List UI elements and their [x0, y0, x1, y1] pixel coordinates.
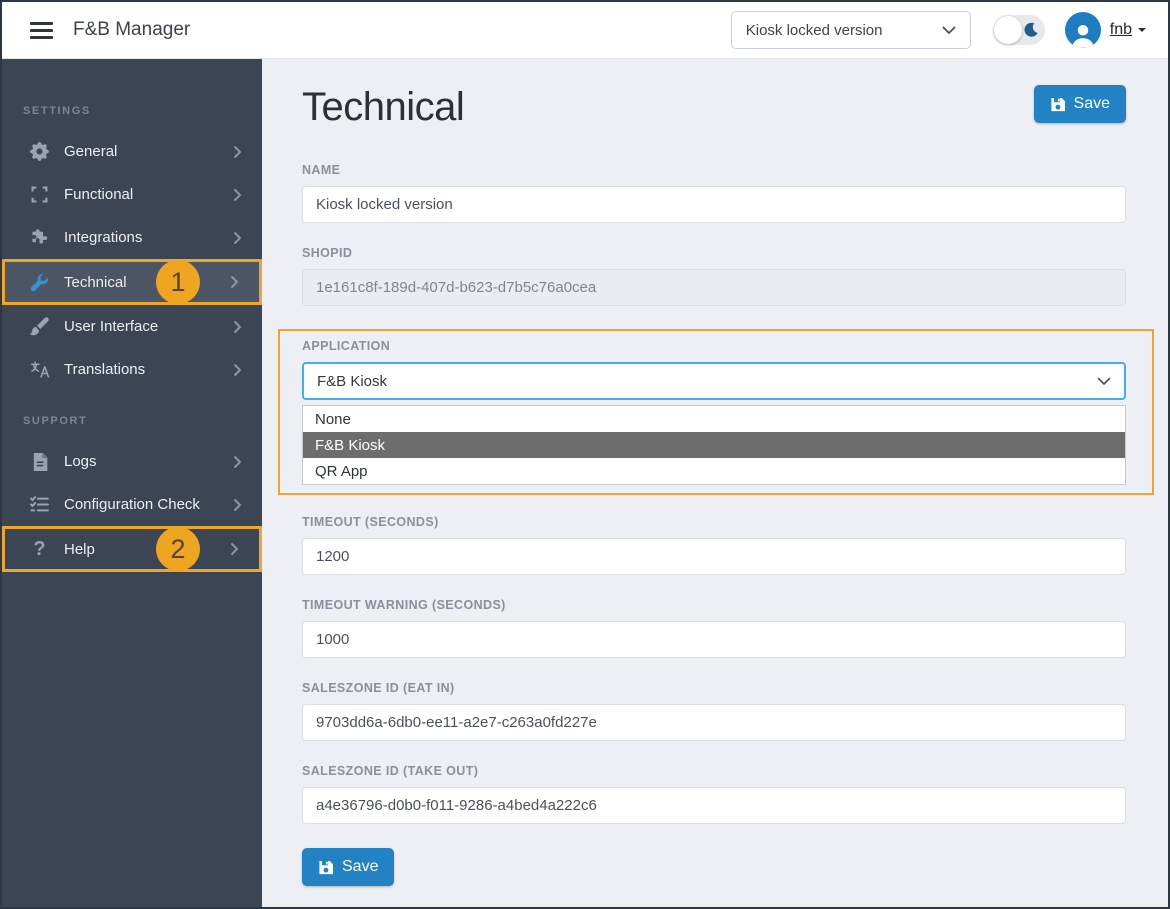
- user-avatar-icon[interactable]: [1064, 12, 1101, 48]
- field-shopid: SHOPID: [302, 246, 1126, 306]
- chevron-right-icon: [230, 275, 239, 289]
- application-select-value: F&B Kiosk: [317, 372, 388, 390]
- sidebar-item-label: Logs: [64, 453, 97, 470]
- shop-version-select[interactable]: Kiosk locked version: [730, 11, 971, 49]
- puzzle-icon: [29, 228, 50, 248]
- name-label: NAME: [302, 163, 341, 177]
- sidebar-item-user-interface[interactable]: User Interface: [2, 305, 262, 348]
- application-select[interactable]: F&B Kiosk: [302, 362, 1126, 400]
- app-title: F&B Manager: [73, 19, 191, 40]
- chevron-right-icon: [233, 320, 242, 334]
- field-application: APPLICATION F&B Kiosk None F&B Kiosk QR …: [302, 339, 1126, 485]
- sidebar-item-label: Configuration Check: [64, 496, 200, 513]
- application-options-list: None F&B Kiosk QR App: [302, 405, 1126, 485]
- top-header: F&B Manager Kiosk locked version fnb: [2, 2, 1168, 59]
- chevron-right-icon: [233, 455, 242, 469]
- save-button-top[interactable]: Save: [1033, 85, 1126, 123]
- field-name: NAME: [302, 163, 1126, 223]
- save-button-bottom[interactable]: Save: [302, 848, 395, 886]
- sidebar: SETTINGS General Functional Integrations…: [2, 59, 262, 907]
- chevron-down-icon: [1097, 373, 1111, 390]
- file-icon: [29, 452, 50, 472]
- application-label: APPLICATION: [302, 339, 391, 353]
- saleszone-eat-in-input[interactable]: [302, 704, 1126, 741]
- save-button-label: Save: [342, 858, 379, 875]
- moon-icon: [1023, 22, 1039, 38]
- hamburger-menu-icon[interactable]: [30, 21, 53, 39]
- sidebar-item-label: Help: [64, 540, 95, 558]
- sidebar-item-label: Technical: [64, 273, 127, 291]
- sidebar-item-functional[interactable]: Functional: [2, 173, 262, 216]
- sidebar-item-label: Translations: [64, 361, 146, 378]
- saleszone-eat-in-label: SALESZONE ID (EAT IN): [302, 681, 455, 695]
- sidebar-item-label: General: [64, 143, 118, 160]
- expand-icon: [29, 185, 50, 205]
- saleszone-take-out-label: SALESZONE ID (TAKE OUT): [302, 764, 479, 778]
- user-menu-caret-icon: [1138, 28, 1146, 36]
- gear-icon: [29, 142, 50, 162]
- chevron-right-icon: [233, 145, 242, 159]
- sidebar-item-help[interactable]: ? Help 2: [2, 526, 262, 572]
- translate-icon: [29, 360, 50, 380]
- field-saleszone-eat-in: SALESZONE ID (EAT IN): [302, 681, 1126, 741]
- username-link[interactable]: fnb: [1110, 21, 1132, 39]
- annotation-step-badge: 2: [156, 527, 200, 571]
- paintbrush-icon: [29, 317, 50, 337]
- sidebar-item-configuration-check[interactable]: Configuration Check: [2, 483, 262, 526]
- question-icon: ?: [33, 538, 46, 560]
- timeout-input[interactable]: [302, 538, 1126, 575]
- timeout-warning-label: TIMEOUT WARNING (SECONDS): [302, 598, 506, 612]
- chevron-right-icon: [233, 231, 242, 245]
- chevron-right-icon: [230, 542, 239, 556]
- timeout-label: TIMEOUT (SECONDS): [302, 515, 439, 529]
- save-icon: [1050, 97, 1065, 112]
- option-qr-app[interactable]: QR App: [303, 458, 1125, 484]
- shopid-label: SHOPID: [302, 246, 353, 260]
- sidebar-item-translations[interactable]: Translations: [2, 348, 262, 391]
- chevron-right-icon: [233, 363, 242, 377]
- annotation-step-badge: 1: [156, 260, 200, 304]
- field-timeout-warning: TIMEOUT WARNING (SECONDS): [302, 598, 1126, 658]
- checklist-icon: [29, 495, 50, 515]
- field-timeout: TIMEOUT (SECONDS): [302, 515, 1126, 575]
- shop-version-select-value: Kiosk locked version: [745, 21, 883, 39]
- sidebar-item-label: Integrations: [64, 229, 143, 246]
- sidebar-section-support: SUPPORT: [23, 415, 88, 427]
- page-title: Technical: [302, 85, 465, 129]
- toggle-thumb: [993, 16, 1022, 44]
- sidebar-section-settings: SETTINGS: [23, 105, 91, 117]
- sidebar-item-label: Functional: [64, 186, 134, 203]
- sidebar-item-label: User Interface: [64, 318, 159, 335]
- sidebar-item-technical[interactable]: Technical 1: [2, 259, 262, 305]
- wrench-icon: [29, 272, 50, 292]
- header-right: Kiosk locked version fnb: [730, 11, 1146, 49]
- chevron-right-icon: [233, 188, 242, 202]
- app-window: F&B Manager Kiosk locked version fnb SET…: [0, 0, 1170, 909]
- sidebar-item-integrations[interactable]: Integrations: [2, 216, 262, 259]
- chevron-down-icon: [942, 22, 956, 39]
- chevron-right-icon: [233, 498, 242, 512]
- option-fb-kiosk[interactable]: F&B Kiosk: [303, 432, 1125, 458]
- main-content: Technical Save NAME SHOPID APPLICATION: [262, 59, 1168, 907]
- sidebar-item-logs[interactable]: Logs: [2, 440, 262, 483]
- save-icon: [318, 860, 333, 875]
- option-none[interactable]: None: [303, 406, 1125, 432]
- name-input[interactable]: [302, 186, 1126, 223]
- shopid-input: [302, 269, 1126, 306]
- save-button-label: Save: [1073, 95, 1110, 112]
- saleszone-take-out-input[interactable]: [302, 787, 1126, 824]
- timeout-warning-input[interactable]: [302, 621, 1126, 658]
- field-saleszone-take-out: SALESZONE ID (TAKE OUT): [302, 764, 1126, 824]
- application-annotation-box: APPLICATION F&B Kiosk None F&B Kiosk QR …: [278, 329, 1154, 495]
- sidebar-item-general[interactable]: General: [2, 130, 262, 173]
- dark-mode-toggle[interactable]: [992, 15, 1045, 45]
